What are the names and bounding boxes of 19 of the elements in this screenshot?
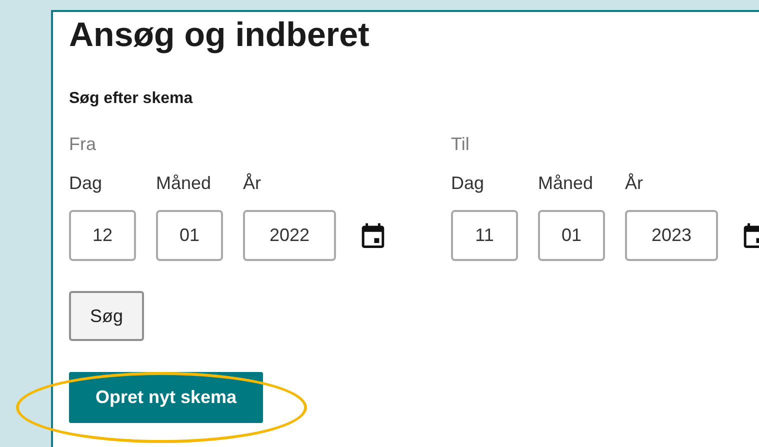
field-label: År bbox=[625, 174, 644, 192]
section-title: Søg efter skema bbox=[69, 89, 194, 110]
date-input[interactable]: 11 bbox=[451, 210, 518, 262]
calendar-icon[interactable] bbox=[361, 222, 385, 248]
search-button[interactable]: Søg bbox=[69, 291, 144, 342]
field-label: År bbox=[243, 174, 262, 192]
range-label: Til bbox=[451, 135, 470, 154]
field-label: Måned bbox=[538, 174, 594, 192]
field-label: Dag bbox=[451, 174, 486, 192]
field-label: Måned bbox=[156, 174, 212, 192]
page-heading: Ansøg og indberet bbox=[69, 16, 370, 56]
date-input[interactable]: 12 bbox=[69, 210, 136, 262]
range-label: Fra bbox=[69, 135, 97, 154]
field-label: Dag bbox=[69, 174, 104, 192]
create-form-button[interactable]: Opret nyt skema bbox=[69, 372, 263, 424]
date-input[interactable]: 2023 bbox=[625, 210, 718, 262]
date-input[interactable]: 01 bbox=[538, 210, 605, 262]
date-input[interactable]: 2022 bbox=[243, 210, 336, 262]
date-input[interactable]: 01 bbox=[156, 210, 223, 262]
